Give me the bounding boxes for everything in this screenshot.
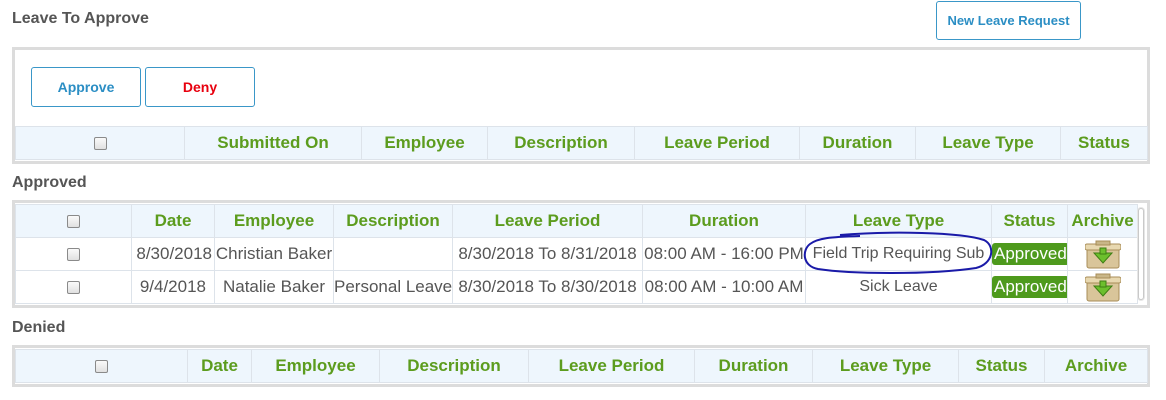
column-header: Archive bbox=[1044, 349, 1148, 383]
row-checkbox-cell[interactable] bbox=[15, 270, 132, 304]
leave-to-approve-heading: Leave To Approve bbox=[12, 10, 149, 27]
archive-cell[interactable] bbox=[1067, 270, 1138, 304]
column-header: Status bbox=[991, 204, 1068, 238]
denied-table-wrapper: Date Employee Description Leave Period D… bbox=[15, 349, 1148, 383]
description-cell: Personal Leave bbox=[333, 270, 453, 304]
denied-table-header: Date Employee Description Leave Period D… bbox=[15, 349, 1148, 383]
duration-cell: 08:00 AM - 16:00 PM bbox=[642, 237, 806, 271]
new-leave-request-button[interactable]: New Leave Request bbox=[936, 1, 1081, 40]
archive-box-icon[interactable] bbox=[1084, 239, 1121, 269]
denied-panel: Date Employee Description Leave Period D… bbox=[12, 345, 1150, 387]
column-header: Duration bbox=[694, 349, 813, 383]
select-all-checkbox[interactable] bbox=[95, 360, 108, 374]
deny-button[interactable]: Deny bbox=[145, 67, 255, 107]
status-badge: Approved bbox=[992, 276, 1067, 298]
duration-cell: 08:00 AM - 10:00 AM bbox=[642, 270, 806, 304]
column-header: Date bbox=[131, 204, 215, 238]
approve-button[interactable]: Approve bbox=[31, 67, 141, 107]
column-header: Duration bbox=[642, 204, 806, 238]
column-header: Description bbox=[487, 126, 635, 160]
pending-table-wrapper: Submitted On Employee Description Leave … bbox=[15, 126, 1148, 160]
leave-type-cell: Sick Leave bbox=[805, 270, 992, 304]
row-checkbox-cell[interactable] bbox=[15, 237, 132, 271]
column-header: Status bbox=[1060, 126, 1148, 160]
approved-panel: Date Employee Description Leave Period D… bbox=[12, 200, 1150, 308]
leave-period-cell: 8/30/2018 To 8/30/2018 bbox=[452, 270, 643, 304]
column-header: Leave Type bbox=[812, 349, 959, 383]
scrollbar-thumb[interactable] bbox=[1138, 208, 1144, 300]
status-badge: Approved bbox=[992, 243, 1067, 265]
date-cell: 8/30/2018 bbox=[131, 237, 215, 271]
approved-heading: Approved bbox=[12, 174, 87, 191]
leave-to-approve-panel: Approve Deny Submitted On Employee Descr… bbox=[12, 47, 1150, 164]
column-header: Leave Type bbox=[915, 126, 1061, 160]
select-all-checkbox-cell[interactable] bbox=[15, 349, 188, 383]
column-header: Description bbox=[379, 349, 529, 383]
column-header: Duration bbox=[799, 126, 916, 160]
status-cell: Approved bbox=[991, 237, 1068, 271]
select-all-checkbox-cell[interactable] bbox=[15, 126, 185, 160]
select-all-checkbox[interactable] bbox=[67, 215, 80, 229]
row-checkbox[interactable] bbox=[67, 248, 80, 262]
column-header: Leave Period bbox=[634, 126, 800, 160]
column-header: Date bbox=[187, 349, 252, 383]
denied-heading: Denied bbox=[12, 319, 66, 336]
column-header: Employee bbox=[214, 204, 334, 238]
status-cell: Approved bbox=[991, 270, 1068, 304]
description-cell bbox=[333, 237, 453, 271]
denied-table: Date Employee Description Leave Period D… bbox=[15, 349, 1148, 383]
date-cell: 9/4/2018 bbox=[131, 270, 215, 304]
row-checkbox[interactable] bbox=[67, 281, 80, 295]
column-header: Leave Period bbox=[528, 349, 695, 383]
column-header: Submitted On bbox=[184, 126, 362, 160]
approved-table-wrapper: Date Employee Description Leave Period D… bbox=[15, 204, 1138, 304]
column-header: Status bbox=[958, 349, 1045, 383]
approved-table-header: Date Employee Description Leave Period D… bbox=[15, 204, 1138, 238]
vertical-scrollbar[interactable] bbox=[1137, 207, 1145, 301]
column-header: Archive bbox=[1067, 204, 1138, 238]
table-row[interactable]: 9/4/2018 Natalie Baker Personal Leave 8/… bbox=[15, 270, 1138, 304]
archive-box-icon[interactable] bbox=[1084, 272, 1121, 302]
employee-cell: Natalie Baker bbox=[214, 270, 334, 304]
pending-table: Submitted On Employee Description Leave … bbox=[15, 126, 1148, 160]
column-header: Employee bbox=[251, 349, 380, 383]
table-row[interactable]: 8/30/2018 Christian Baker 8/30/2018 To 8… bbox=[15, 237, 1138, 271]
column-header: Employee bbox=[361, 126, 488, 160]
archive-cell[interactable] bbox=[1067, 237, 1138, 271]
column-header: Leave Period bbox=[452, 204, 643, 238]
employee-cell: Christian Baker bbox=[214, 237, 334, 271]
column-header: Description bbox=[333, 204, 453, 238]
select-all-checkbox[interactable] bbox=[93, 137, 107, 151]
leave-period-cell: 8/30/2018 To 8/31/2018 bbox=[452, 237, 643, 271]
leave-type-cell: Field Trip Requiring Sub bbox=[805, 237, 992, 271]
pending-table-header: Submitted On Employee Description Leave … bbox=[15, 126, 1148, 160]
column-header: Leave Type bbox=[805, 204, 992, 238]
approved-table: Date Employee Description Leave Period D… bbox=[15, 204, 1138, 304]
select-all-checkbox-cell[interactable] bbox=[15, 204, 132, 238]
